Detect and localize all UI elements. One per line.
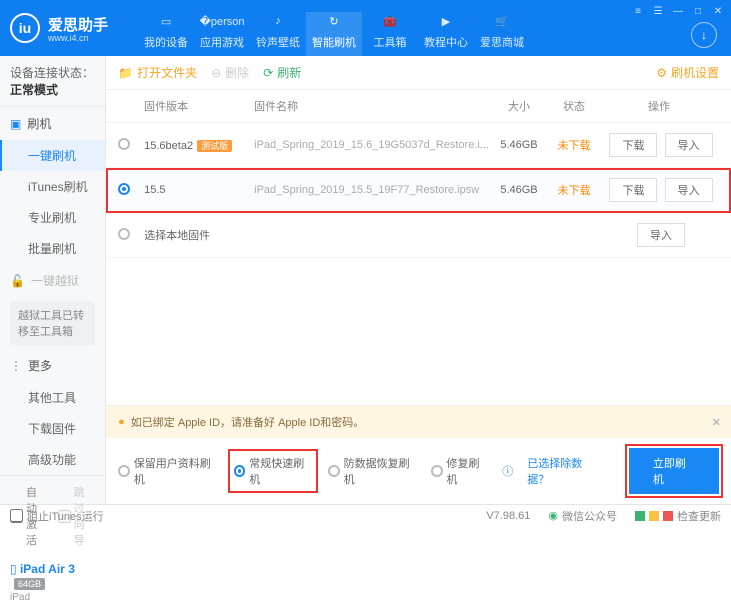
nav-apps[interactable]: �person应用游戏 — [194, 12, 250, 56]
nav-toolbox[interactable]: 🧰工具箱 — [362, 12, 418, 56]
import-button[interactable]: 导入 — [665, 133, 713, 157]
appleid-warning: ● 如已绑定 Apple ID，请准备好 Apple ID和密码。 ✕ — [106, 406, 731, 438]
exclude-data-link[interactable]: 已选择除数据？ — [527, 455, 601, 487]
check-update-link[interactable]: 检查更新 — [635, 508, 721, 524]
nav-my-device[interactable]: ▭我的设备 — [138, 12, 194, 56]
sidebar-item-advanced[interactable]: 高级功能 — [0, 444, 105, 475]
import-button[interactable]: 导入 — [665, 178, 713, 202]
device-type: iPad — [10, 592, 95, 603]
download-button[interactable]: 下载 — [609, 178, 657, 202]
firmware-table-header: 固件版本 固件名称 大小 状态 操作 — [106, 90, 731, 123]
lock-icon[interactable]: ☰ — [651, 4, 665, 18]
flash-settings-button[interactable]: ⚙刷机设置 — [656, 64, 719, 81]
firmware-row-selected[interactable]: 15.5 iPad_Spring_2019_15.5_19F77_Restore… — [106, 168, 731, 213]
refresh-button[interactable]: ⟳刷新 — [263, 64, 301, 81]
sidebar-group-jailbreak[interactable]: 🔓 一键越狱 — [0, 264, 105, 297]
device-storage-badge: 64GB — [14, 578, 45, 590]
gear-icon: ⚙ — [656, 66, 667, 80]
download-icon: ↓ — [701, 28, 707, 42]
local-firmware-row[interactable]: 选择本地固件 导入 — [106, 213, 731, 258]
toolbox-icon: 🧰 — [381, 12, 399, 30]
sidebar-item-oneclick-flash[interactable]: 一键刷机 — [0, 140, 105, 171]
statusbar: 阻止iTunes运行 V7.98.61 ◉微信公众号 检查更新 — [0, 504, 731, 526]
device-icon: ▯ — [10, 562, 17, 576]
main-panel: 📁打开文件夹 ⊖删除 ⟳刷新 ⚙刷机设置 固件版本 固件名称 大小 状态 操作 … — [106, 56, 731, 504]
wechat-link[interactable]: ◉微信公众号 — [548, 508, 617, 524]
block-itunes-checkbox[interactable]: 阻止iTunes运行 — [10, 508, 104, 524]
import-button[interactable]: 导入 — [637, 223, 685, 247]
sidebar: 设备连接状态：正常模式 ▣ 刷机 一键刷机 iTunes刷机 专业刷机 批量刷机… — [0, 56, 106, 504]
nav-store[interactable]: 🛒爱思商城 — [474, 12, 530, 56]
version-label: V7.98.61 — [486, 510, 530, 522]
mode-repair[interactable]: 修复刷机 — [431, 455, 488, 487]
maximize-icon[interactable]: □ — [691, 4, 705, 18]
row-radio[interactable] — [118, 138, 130, 150]
beta-tag: 测试版 — [197, 140, 232, 152]
wechat-icon: ◉ — [548, 509, 558, 522]
connection-status: 设备连接状态：正常模式 — [0, 56, 105, 107]
row-radio[interactable] — [118, 228, 130, 240]
music-icon: ♪ — [269, 12, 287, 30]
delete-button[interactable]: ⊖删除 — [211, 64, 249, 81]
sidebar-item-batch-flash[interactable]: 批量刷机 — [0, 233, 105, 264]
apps-icon: �person — [213, 12, 231, 30]
toolbar: 📁打开文件夹 ⊖删除 ⟳刷新 ⚙刷机设置 — [106, 56, 731, 90]
mode-keep-data[interactable]: 保留用户资料刷机 — [118, 455, 217, 487]
download-button[interactable]: 下载 — [609, 133, 657, 157]
titlebar: iu 爱思助手 www.i4.cn ▭我的设备 �person应用游戏 ♪铃声壁… — [0, 0, 731, 56]
more-icon: ⋮ — [10, 359, 22, 373]
sidebar-group-flash[interactable]: ▣ 刷机 — [0, 107, 105, 140]
book-icon: ▶ — [437, 12, 455, 30]
firmware-row[interactable]: 15.6beta2测试版 iPad_Spring_2019_15.6_19G50… — [106, 123, 731, 168]
warning-icon: ● — [118, 416, 125, 428]
nav-tutorials[interactable]: ▶教程中心 — [418, 12, 474, 56]
open-folder-button[interactable]: 📁打开文件夹 — [118, 64, 197, 81]
flash-icon: ▣ — [10, 117, 21, 131]
close-icon[interactable]: ✕ — [711, 4, 725, 18]
start-flash-button[interactable]: 立即刷机 — [629, 448, 719, 494]
jailbreak-note: 越狱工具已转移至工具箱 — [10, 301, 95, 345]
download-indicator[interactable]: ↓ — [691, 22, 717, 48]
app-subtitle: www.i4.cn — [48, 33, 108, 43]
close-warning-button[interactable]: ✕ — [712, 416, 721, 429]
sidebar-item-download-firmware[interactable]: 下载固件 — [0, 413, 105, 444]
info-icon[interactable]: ⓘ — [502, 463, 513, 479]
mode-normal-fast[interactable]: 常规快速刷机 — [232, 453, 314, 489]
minimize-icon[interactable]: — — [671, 4, 685, 18]
app-logo: iu 爱思助手 www.i4.cn — [10, 13, 108, 43]
refresh-icon: ↻ — [325, 12, 343, 30]
app-name: 爱思助手 — [48, 14, 108, 35]
device-name: iPad Air 3 — [20, 562, 75, 576]
device-box[interactable]: ▯ iPad Air 3 64GB iPad — [0, 556, 105, 613]
phone-icon: ▭ — [157, 12, 175, 30]
sidebar-item-pro-flash[interactable]: 专业刷机 — [0, 202, 105, 233]
sidebar-item-itunes-flash[interactable]: iTunes刷机 — [0, 171, 105, 202]
sidebar-item-other-tools[interactable]: 其他工具 — [0, 382, 105, 413]
nav-flash[interactable]: ↻智能刷机 — [306, 12, 362, 56]
lock-open-icon: 🔓 — [10, 274, 25, 288]
folder-icon: 📁 — [118, 66, 133, 80]
menu-icon[interactable]: ≡ — [631, 4, 645, 18]
refresh-icon: ⟳ — [263, 66, 273, 80]
flash-mode-row: 保留用户资料刷机 常规快速刷机 防数据恢复刷机 修复刷机 ⓘ 已选择除数据？ 立… — [106, 438, 731, 504]
bottom-panel: ● 如已绑定 Apple ID，请准备好 Apple ID和密码。 ✕ 保留用户… — [106, 405, 731, 504]
trash-icon: ⊖ — [211, 66, 221, 80]
row-radio[interactable] — [118, 183, 130, 195]
nav-ringtones[interactable]: ♪铃声壁纸 — [250, 12, 306, 56]
main-nav: ▭我的设备 �person应用游戏 ♪铃声壁纸 ↻智能刷机 🧰工具箱 ▶教程中心… — [138, 0, 530, 56]
cart-icon: 🛒 — [493, 12, 511, 30]
mode-anti-recovery[interactable]: 防数据恢复刷机 — [328, 455, 417, 487]
window-controls: ≡ ☰ — □ ✕ — [631, 4, 725, 18]
sidebar-group-more[interactable]: ⋮ 更多 — [0, 349, 105, 382]
logo-icon: iu — [10, 13, 40, 43]
